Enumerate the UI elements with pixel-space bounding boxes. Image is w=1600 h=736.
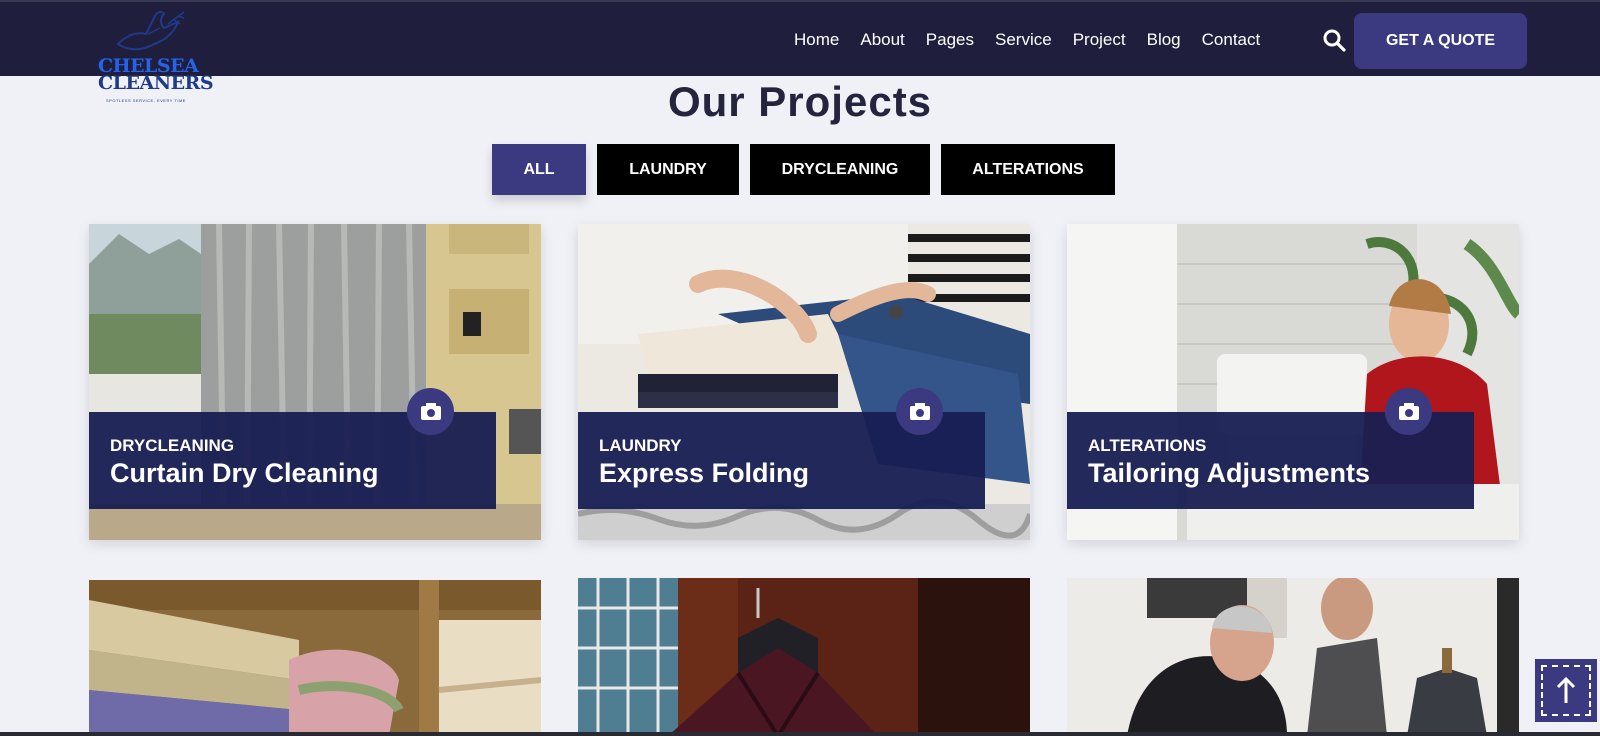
filter-all[interactable]: ALL — [492, 144, 586, 195]
project-title[interactable]: Curtain Dry Cleaning — [110, 458, 379, 489]
nav-about[interactable]: About — [860, 30, 904, 50]
project-card[interactable]: LAUNDRY Express Folding — [578, 224, 1030, 540]
nav-blog[interactable]: Blog — [1147, 30, 1181, 50]
get-a-quote-button[interactable]: GET A QUOTE — [1354, 13, 1527, 69]
project-card[interactable]: ALTERATIONS Tailoring Adjustments — [1067, 224, 1519, 540]
brand-logo[interactable]: CHELSEA CLEANERS SPOTLESS SERVICE, EVERY… — [96, 2, 214, 106]
brand-tagline: SPOTLESS SERVICE, EVERY TIME — [106, 98, 186, 103]
filter-alterations[interactable]: ALTERATIONS — [941, 144, 1115, 195]
nav-service[interactable]: Service — [995, 30, 1052, 50]
bottom-divider — [0, 732, 1600, 736]
project-title[interactable]: Tailoring Adjustments — [1088, 458, 1370, 489]
header-bar: Home About Pages Service Project Blog Co… — [0, 0, 1600, 76]
section-title: Our Projects — [667, 78, 933, 125]
project-title[interactable]: Express Folding — [599, 458, 809, 489]
camera-icon[interactable] — [1385, 388, 1432, 435]
scroll-to-top-button[interactable] — [1535, 659, 1597, 722]
project-category: DRYCLEANING — [110, 436, 235, 455]
project-card[interactable]: DRYCLEANING Curtain Dry Cleaning — [89, 224, 541, 540]
nav-home[interactable]: Home — [794, 30, 839, 50]
camera-icon[interactable] — [896, 388, 943, 435]
brand-name: CHELSEA CLEANERS — [98, 57, 214, 94]
project-card[interactable] — [578, 578, 1030, 736]
project-card[interactable] — [1067, 578, 1519, 736]
main-nav: Home About Pages Service Project Blog Co… — [794, 30, 1281, 50]
nav-contact[interactable]: Contact — [1202, 30, 1261, 50]
brand-line2: CLEANERS — [98, 72, 214, 94]
filter-laundry[interactable]: LAUNDRY — [597, 144, 739, 195]
project-filters: ALL LAUNDRY DRYCLEANING ALTERATIONS — [492, 144, 1126, 195]
project-image — [578, 578, 1030, 736]
search-icon[interactable] — [1322, 28, 1346, 52]
camera-icon[interactable] — [407, 388, 454, 435]
project-category: ALTERATIONS — [1088, 436, 1207, 455]
nav-pages[interactable]: Pages — [926, 30, 974, 50]
project-image — [89, 580, 541, 736]
nav-project[interactable]: Project — [1073, 30, 1126, 50]
filter-drycleaning[interactable]: DRYCLEANING — [750, 144, 930, 195]
dove-icon — [116, 10, 185, 51]
project-category: LAUNDRY — [599, 436, 682, 455]
project-card[interactable] — [89, 580, 541, 736]
project-image — [1067, 578, 1519, 736]
arrow-up-icon — [1541, 665, 1591, 716]
